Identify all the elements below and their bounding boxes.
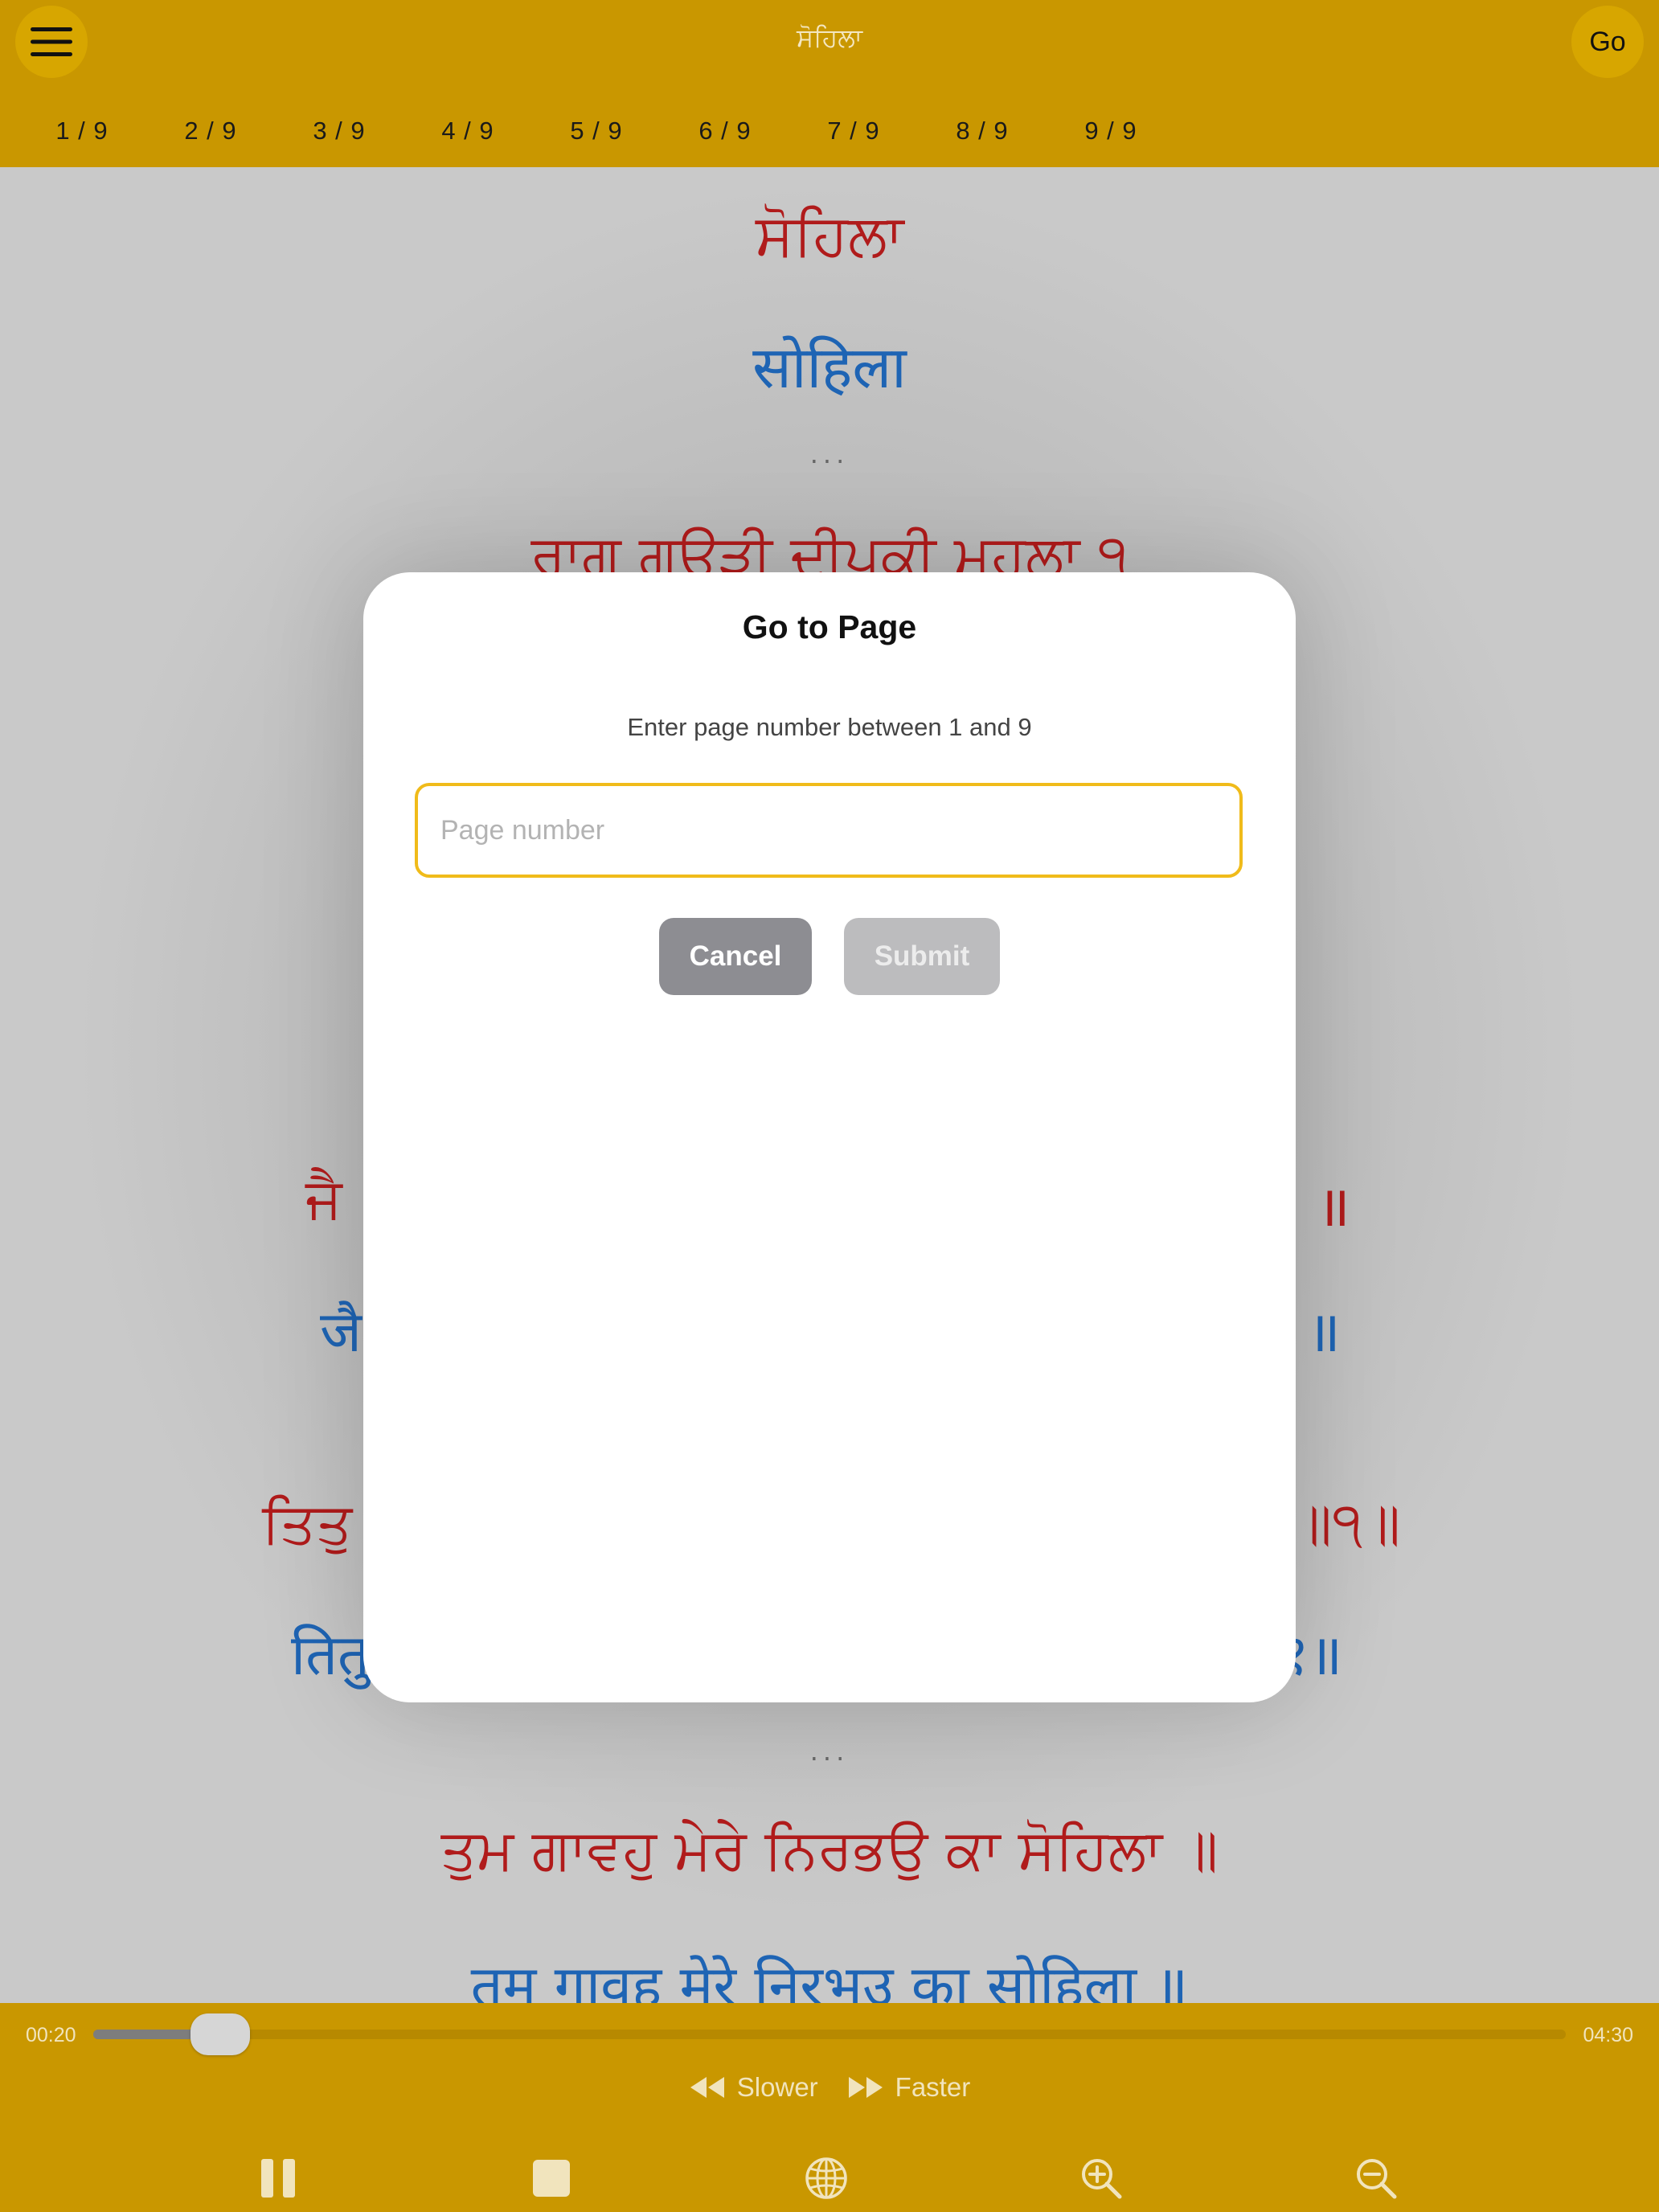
stop-icon bbox=[533, 2160, 570, 2197]
slider-thumb[interactable] bbox=[190, 2013, 250, 2055]
faster-button[interactable]: Faster bbox=[847, 2072, 971, 2103]
go-to-page-dialog: Go to Page Enter page number between 1 a… bbox=[363, 572, 1296, 1702]
line-separator: ... bbox=[809, 439, 850, 469]
faster-label: Faster bbox=[895, 2072, 971, 2102]
playback-controls bbox=[0, 2156, 1659, 2212]
gurmukhi-line: ਸੋਹਿਲਾ bbox=[755, 201, 904, 268]
submit-button[interactable]: Submit bbox=[844, 918, 1000, 995]
zoom-in-icon bbox=[1082, 2159, 1122, 2199]
total-duration: 04:30 bbox=[1583, 2024, 1633, 2046]
cancel-button[interactable]: Cancel bbox=[659, 918, 812, 995]
page-tab-2[interactable]: 2 / 9 bbox=[162, 117, 259, 145]
devanagari-line-partial: तितु bbox=[291, 1622, 370, 1688]
gurmukhi-line-partial-end: ॥੧॥ bbox=[1294, 1490, 1401, 1556]
page-tab-6[interactable]: 6 / 9 bbox=[677, 117, 773, 145]
page-tab-9[interactable]: 9 / 9 bbox=[1063, 117, 1159, 145]
dialog-title: Go to Page bbox=[742, 608, 917, 645]
globe-icon bbox=[805, 2157, 847, 2199]
zoom-out-icon bbox=[1357, 2159, 1397, 2199]
elapsed-time: 00:20 bbox=[26, 2024, 76, 2046]
slower-button[interactable]: Slower bbox=[689, 2072, 818, 2103]
go-button[interactable]: Go bbox=[1571, 6, 1644, 78]
pause-button[interactable] bbox=[258, 2156, 298, 2204]
page-title: ਸੋਹਿਲਾ bbox=[796, 23, 863, 53]
pause-icon bbox=[261, 2159, 295, 2198]
top-app-bar: ਸੋਹਿਲਾ Go 1 / 9 2 / 9 3 / 9 4 / 9 5 / 9 … bbox=[0, 0, 1659, 167]
gurmukhi-line: ਤੁਮ ਗਾਵਹੁ ਮੇਰੇ ਨਿਰਭਉ ਕਾ ਸੋਹਿਲਾ ॥ bbox=[440, 1817, 1219, 1882]
zoom-in-button[interactable] bbox=[1079, 2156, 1124, 2204]
page-tab-5[interactable]: 5 / 9 bbox=[548, 117, 645, 145]
page-tab-3[interactable]: 3 / 9 bbox=[291, 117, 387, 145]
slower-label: Slower bbox=[736, 2072, 818, 2102]
dialog-subtitle: Enter page number between 1 and 9 bbox=[627, 713, 1032, 741]
playback-slider[interactable] bbox=[93, 2013, 1566, 2055]
speed-controls: Slower Faster bbox=[0, 2072, 1659, 2103]
page-tab-7[interactable]: 7 / 9 bbox=[805, 117, 902, 145]
stop-button[interactable] bbox=[531, 2156, 571, 2204]
rewind-icon bbox=[690, 2077, 724, 2098]
page-number-input[interactable] bbox=[415, 783, 1243, 878]
line-separator: ... bbox=[809, 1736, 850, 1767]
page-tab-1[interactable]: 1 / 9 bbox=[34, 117, 130, 145]
page-tab-8[interactable]: 8 / 9 bbox=[934, 117, 1030, 145]
zoom-out-button[interactable] bbox=[1354, 2156, 1399, 2204]
gurmukhi-line-partial: ਜੈ bbox=[305, 1165, 342, 1231]
devanagari-line-partial: जै bbox=[320, 1299, 362, 1365]
gurmukhi-line-partial: ਤਿਤੁ bbox=[262, 1490, 353, 1556]
devanagari-line: सोहिला bbox=[752, 334, 907, 401]
devanagari-line-partial-end: ॥ bbox=[1307, 1299, 1341, 1365]
audio-player-bar: 00:20 04:30 Slower Faster bbox=[0, 2003, 1659, 2212]
page-tab-4[interactable]: 4 / 9 bbox=[420, 117, 516, 145]
language-button[interactable] bbox=[804, 2156, 849, 2204]
fast-forward-icon bbox=[848, 2077, 883, 2098]
gurmukhi-line-partial-end: ॥ bbox=[1317, 1174, 1350, 1239]
devanagari-line: तुम गावहु मेरे निरभउ का सोहिला ॥ bbox=[470, 1953, 1189, 2003]
